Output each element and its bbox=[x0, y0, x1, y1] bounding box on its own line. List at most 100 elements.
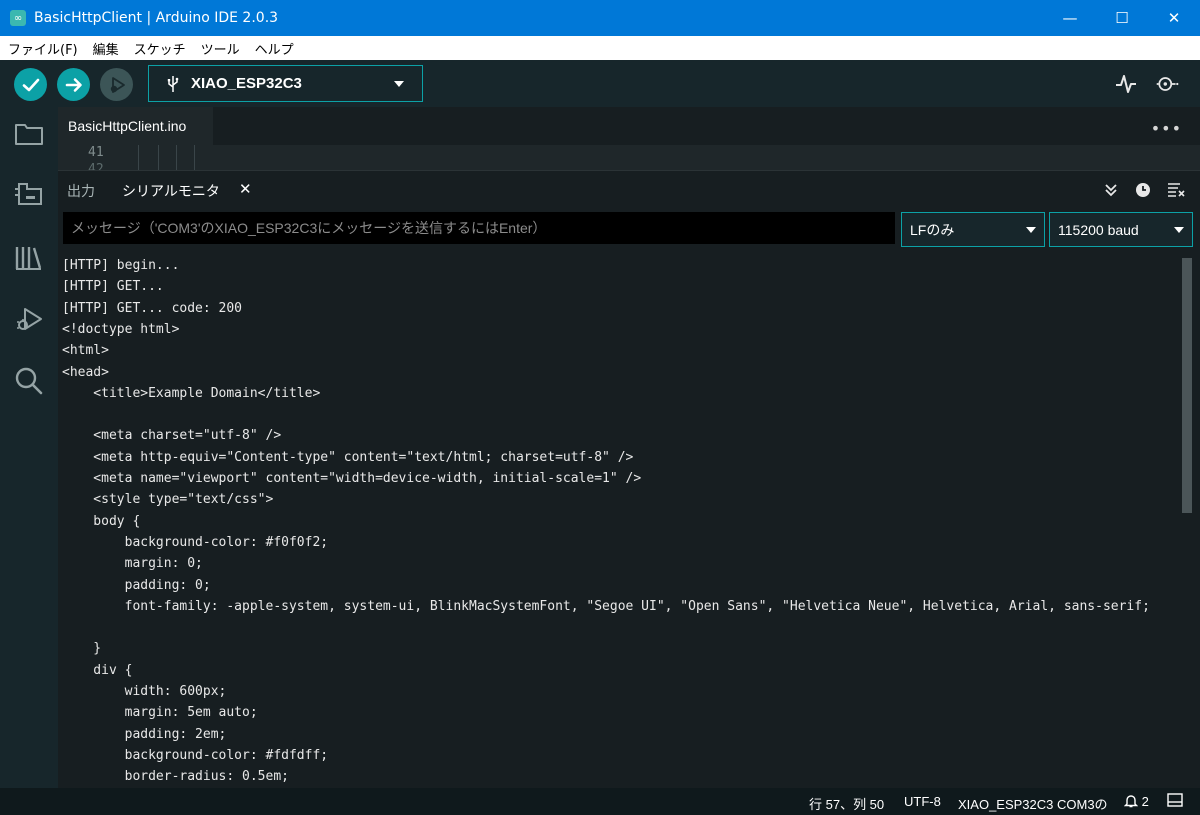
board-port[interactable]: XIAO_ESP32C3 COM3の bbox=[958, 794, 1108, 813]
tab-basichttpclient[interactable]: BasicHttpClient.ino bbox=[58, 107, 213, 145]
window-title: BasicHttpClient | Arduino IDE 2.0.3 bbox=[34, 10, 279, 26]
verify-icon bbox=[22, 78, 39, 91]
panel-icon bbox=[1167, 793, 1183, 807]
board-name: XIAO_ESP32C3 bbox=[191, 75, 302, 92]
serial-line: width: 600px; bbox=[62, 684, 227, 699]
clear-output-button[interactable] bbox=[1167, 181, 1185, 199]
indent-guide bbox=[138, 145, 139, 170]
serial-line: <meta name="viewport" content="width=dev… bbox=[62, 471, 642, 486]
serial-line: padding: 2em; bbox=[62, 726, 227, 742]
menu-sketch[interactable]: スケッチ bbox=[126, 39, 193, 58]
serial-line: div { bbox=[62, 662, 133, 678]
menu-file[interactable]: ファイル(F) bbox=[0, 39, 85, 58]
menu-edit[interactable]: 編集 bbox=[85, 39, 126, 58]
serial-monitor-button[interactable] bbox=[1155, 72, 1179, 96]
clear-output-icon bbox=[1168, 183, 1185, 197]
menu-tools[interactable]: ツール bbox=[193, 39, 247, 58]
serial-line: background-color: #fdfdff; bbox=[62, 747, 329, 763]
tab-output[interactable]: 出力 bbox=[67, 181, 95, 201]
folder-icon bbox=[15, 124, 43, 145]
serial-monitor-icon bbox=[1156, 77, 1179, 91]
cursor-position[interactable]: 行 57、列 50 bbox=[809, 794, 884, 813]
arduino-logo-icon: ∞ bbox=[10, 10, 26, 26]
serial-line: margin: 0; bbox=[62, 556, 203, 572]
serial-line: <style type="text/css"> bbox=[62, 492, 274, 508]
serial-line: body { bbox=[62, 513, 141, 529]
activity-bar bbox=[0, 107, 58, 788]
debug-button[interactable] bbox=[100, 68, 133, 101]
bottom-panel-header: 出力 シリアルモニタ ✕ bbox=[58, 170, 1200, 208]
menu-bar: ファイル(F) 編集 スケッチ ツール ヘルプ bbox=[0, 36, 1200, 60]
serial-line: } bbox=[62, 641, 102, 657]
upload-icon bbox=[65, 77, 82, 92]
serial-line: <!doctype html> bbox=[62, 321, 180, 337]
library-icon bbox=[15, 247, 42, 270]
clock-icon bbox=[1136, 183, 1150, 197]
serial-line: padding: 0; bbox=[62, 577, 211, 593]
library-manager-button[interactable] bbox=[14, 243, 44, 273]
search-button[interactable] bbox=[14, 366, 44, 396]
indent-guide bbox=[176, 145, 177, 170]
timestamp-button[interactable] bbox=[1134, 181, 1152, 199]
serial-line: margin: 5em auto; bbox=[62, 705, 258, 721]
serial-line: <title>Example Domain</title> bbox=[62, 385, 321, 401]
chevron-down-icon bbox=[1026, 227, 1036, 233]
menu-help[interactable]: ヘルプ bbox=[247, 39, 301, 58]
serial-line: [HTTP] begin... bbox=[62, 258, 180, 273]
indent-guide bbox=[158, 145, 159, 170]
serial-plotter-button[interactable] bbox=[1114, 72, 1138, 96]
double-chevron-down-icon bbox=[1105, 184, 1117, 197]
board-selector[interactable]: XIAO_ESP32C3 bbox=[148, 65, 423, 102]
serial-line: font-family: -apple-system, system-ui, B… bbox=[62, 598, 1150, 614]
debug-view-button[interactable] bbox=[14, 305, 44, 335]
boards-manager-button[interactable] bbox=[14, 179, 44, 209]
arduino-ide-window: ∞ BasicHttpClient | Arduino IDE 2.0.3 — … bbox=[0, 0, 1200, 815]
serial-output[interactable]: [HTTP] begin... [HTTP] GET... [HTTP] GET..… bbox=[58, 252, 1180, 788]
serial-line: <meta charset="utf-8" /> bbox=[62, 428, 282, 444]
serial-plotter-icon bbox=[1116, 75, 1136, 93]
file-encoding[interactable]: UTF-8 bbox=[904, 794, 941, 809]
more-actions-icon[interactable]: ••• bbox=[1151, 119, 1182, 138]
editor-tab-bar: BasicHttpClient.ino ••• bbox=[58, 107, 1200, 145]
title-bar: ∞ BasicHttpClient | Arduino IDE 2.0.3 — … bbox=[0, 0, 1200, 36]
serial-line: <html> bbox=[62, 343, 109, 359]
toggle-panel-button[interactable] bbox=[1167, 793, 1183, 810]
window-controls: — ☐ ✕ bbox=[1044, 0, 1200, 36]
serial-line: <head> bbox=[62, 364, 109, 380]
status-bar: 行 57、列 50 UTF-8 XIAO_ESP32C3 COM3の 2 bbox=[0, 788, 1200, 815]
chevron-down-icon bbox=[1174, 227, 1184, 233]
board-icon bbox=[15, 183, 42, 205]
close-icon[interactable]: ✕ bbox=[239, 180, 252, 198]
autoscroll-button[interactable] bbox=[1102, 181, 1120, 199]
minimize-button[interactable]: — bbox=[1044, 0, 1096, 36]
indent-guide bbox=[194, 145, 195, 170]
notifications[interactable]: 2 bbox=[1123, 794, 1149, 809]
toolbar: XIAO_ESP32C3 bbox=[0, 60, 1200, 107]
line-number: 42 bbox=[88, 162, 104, 170]
serial-line: background-color: #f0f0f2; bbox=[62, 534, 329, 550]
verify-button[interactable] bbox=[14, 68, 47, 101]
close-button[interactable]: ✕ bbox=[1148, 0, 1200, 36]
serial-scrollbar[interactable] bbox=[1182, 258, 1192, 513]
line-ending-select[interactable]: LFのみ bbox=[901, 212, 1045, 247]
serial-line: border-radius: 0.5em; bbox=[62, 769, 289, 785]
bell-icon bbox=[1123, 795, 1139, 808]
serial-line: [HTTP] GET... code: 200 bbox=[62, 300, 243, 316]
notification-count: 2 bbox=[1141, 794, 1149, 809]
tab-serial-monitor[interactable]: シリアルモニタ bbox=[122, 181, 220, 201]
serial-line: <meta http-equiv="Content-type" content=… bbox=[62, 449, 634, 465]
code-editor[interactable]: 41 42 bbox=[58, 145, 1200, 170]
line-number: 41 bbox=[88, 145, 104, 160]
sketchbook-button[interactable] bbox=[14, 119, 44, 149]
serial-line: [HTTP] GET... bbox=[62, 279, 164, 295]
chevron-down-icon bbox=[394, 81, 404, 87]
debug-play-icon bbox=[17, 308, 42, 330]
upload-button[interactable] bbox=[57, 68, 90, 101]
baud-rate-value: 115200 baud bbox=[1058, 221, 1139, 238]
baud-rate-select[interactable]: 115200 baud bbox=[1049, 212, 1193, 247]
line-ending-value: LFのみ bbox=[910, 221, 955, 238]
message-input[interactable]: メッセージ（'COM3'のXIAO_ESP32C3にメッセージを送信するにはEn… bbox=[63, 212, 895, 244]
search-icon bbox=[15, 367, 43, 395]
debug-icon bbox=[110, 76, 125, 93]
maximize-button[interactable]: ☐ bbox=[1096, 0, 1148, 36]
